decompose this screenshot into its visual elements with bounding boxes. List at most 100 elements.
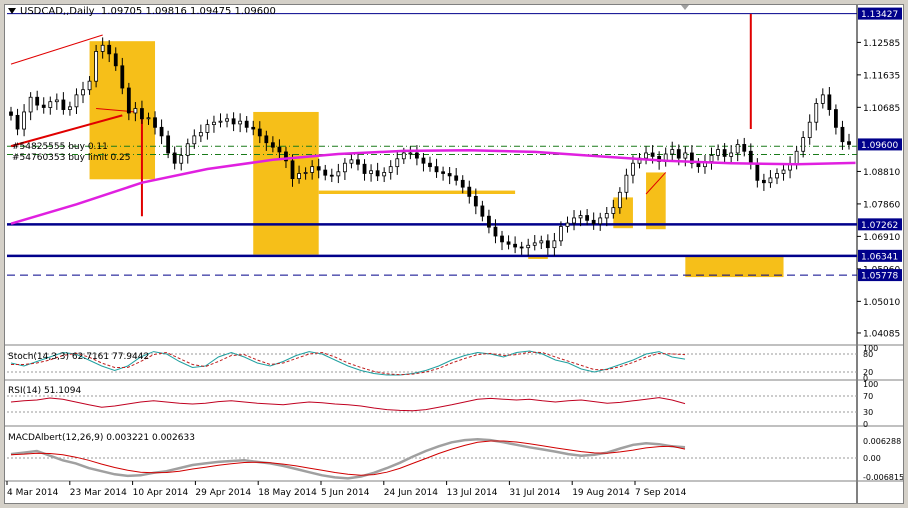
macd-main-line	[10, 437, 686, 480]
candle-body	[61, 99, 66, 110]
y-tick-label: 1.10685	[863, 104, 900, 114]
candle-body	[192, 135, 197, 145]
candle-body	[428, 162, 432, 168]
candle-body	[231, 118, 236, 125]
chart-window: 1.12585 1.11635 1.10685 1.08810 1.07860 1.069…	[0, 0, 908, 508]
candle-body	[408, 152, 413, 155]
candle-body	[303, 172, 308, 174]
candle-body	[218, 120, 223, 123]
x-tick-label: 24 Jun 2014	[384, 488, 438, 498]
rsi-tick-label: 0	[863, 420, 868, 429]
ohlc-values: 1.09705 1.09816 1.09475 1.09600	[100, 6, 276, 17]
candle-body	[87, 80, 92, 91]
candle-body	[74, 94, 79, 108]
candle-body	[225, 118, 229, 122]
candle-body	[617, 191, 622, 209]
trend-line	[10, 34, 103, 65]
candle-body	[644, 152, 648, 159]
candle-body	[761, 179, 766, 184]
candle-body	[153, 117, 157, 128]
candle-body	[834, 109, 838, 128]
candle-body	[585, 215, 590, 221]
candle-body	[611, 207, 616, 214]
candle-body	[650, 152, 655, 157]
candle-body	[591, 219, 596, 225]
price-tag-label: 1.09600	[861, 141, 898, 151]
y-tick-label: 1.06910	[863, 233, 900, 243]
x-tick-label: 10 Apr 2014	[133, 488, 189, 498]
scroll-marker-icon	[681, 5, 689, 10]
candle-body	[113, 53, 118, 67]
candle-body	[415, 152, 419, 159]
candle-body	[120, 65, 125, 89]
candle-body	[336, 171, 341, 177]
candle-body	[454, 175, 459, 181]
y-tick-label: 1.04085	[863, 329, 900, 339]
candle-body	[513, 243, 518, 248]
candle-body	[264, 135, 269, 144]
candle-body	[447, 173, 452, 177]
candle-body	[801, 137, 806, 152]
candle-body	[716, 149, 720, 156]
candle-body	[166, 135, 171, 154]
candle-body	[185, 143, 190, 156]
price-tag-label: 1.05778	[861, 272, 898, 282]
candle-body	[401, 152, 406, 160]
candle-body	[238, 120, 243, 125]
macd-tick-label: 0.006288	[863, 437, 901, 446]
zone-rect	[253, 111, 319, 255]
x-tick-label: 13 Jul 2014	[447, 488, 498, 498]
candle-body	[604, 213, 609, 219]
candle-body	[388, 166, 393, 173]
chart-header: USDCAD,,Daily 1.09705 1.09816 1.09475 1.…	[8, 6, 276, 17]
rsi-tick-label: 70	[863, 392, 873, 401]
candle-body	[382, 172, 387, 177]
candle-body	[297, 173, 301, 180]
candle-body	[552, 240, 557, 249]
rsi-label: RSI(14) 51.1094	[8, 386, 82, 396]
zone-rect	[646, 172, 666, 230]
candle-body	[323, 169, 328, 176]
x-tick-label: 7 Sep 2014	[635, 488, 687, 498]
candle-body	[526, 244, 531, 249]
candle-body	[814, 103, 819, 123]
rsi-tick-label: 30	[863, 408, 873, 417]
candle-body	[480, 205, 485, 217]
candle-body	[676, 149, 681, 159]
candle-body	[565, 222, 570, 227]
y-tick-label: 1.11635	[863, 71, 900, 81]
candle-body	[473, 195, 478, 207]
price-tag-label: 1.06341	[861, 252, 898, 262]
x-tick-label: 23 Mar 2014	[70, 488, 127, 498]
candle-body	[840, 126, 845, 143]
candle-body	[781, 169, 786, 174]
candle-body	[270, 142, 275, 148]
candle-body	[467, 186, 472, 197]
candle-body	[94, 51, 99, 82]
candle-body	[369, 170, 373, 174]
candle-body	[487, 215, 491, 228]
candle-body	[532, 242, 537, 246]
stoch-tick-label: 80	[863, 350, 873, 359]
candle-body	[559, 226, 563, 242]
chart-area[interactable]: 1.12585 1.11635 1.10685 1.08810 1.07860 1.069…	[4, 4, 904, 504]
candle-body	[198, 132, 203, 137]
candle-body	[68, 106, 72, 110]
x-tick-label: 31 Jul 2014	[509, 488, 560, 498]
candle-body	[742, 144, 747, 152]
candle-body	[434, 166, 439, 173]
y-tick-label: 1.08810	[863, 168, 900, 178]
price-tag-label: 1.13427	[861, 10, 898, 20]
candle-body	[41, 104, 46, 108]
dropdown-triangle-icon[interactable]	[8, 8, 16, 14]
order-label-1: #54825555 buy 0.11	[12, 142, 108, 152]
candle-body	[755, 162, 760, 181]
candle-body	[179, 154, 184, 164]
candle-body	[251, 126, 256, 130]
candle-body	[146, 117, 151, 120]
x-tick-label: 29 Apr 2014	[195, 488, 251, 498]
candle-body	[290, 160, 295, 180]
y-tick-label: 1.12585	[863, 39, 900, 49]
candle-body	[827, 94, 832, 110]
candle-body	[421, 157, 426, 164]
